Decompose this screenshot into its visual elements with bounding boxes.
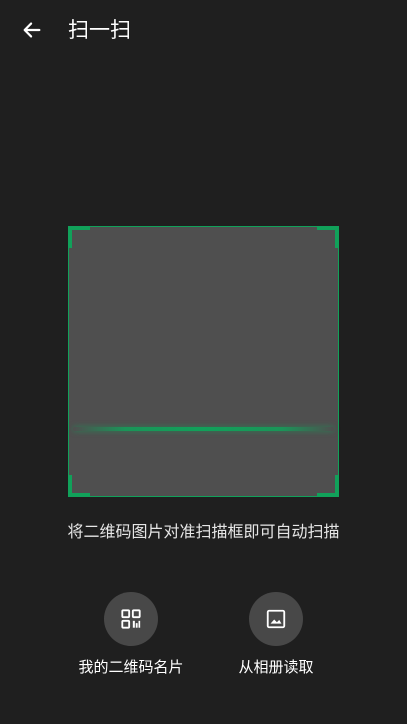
scan-frame-corner-top-left — [68, 226, 90, 248]
image-icon — [266, 609, 286, 629]
scan-frame-corner-top-right — [317, 226, 339, 248]
scan-frame — [68, 226, 339, 497]
page-title: 扫一扫 — [68, 18, 131, 42]
my-qr-card-button[interactable]: 我的二维码名片 — [56, 592, 206, 678]
read-from-album-button[interactable]: 从相册读取 — [201, 592, 351, 678]
back-button[interactable] — [14, 12, 50, 48]
header: 扫一扫 — [0, 0, 407, 60]
my-qr-card-label: 我的二维码名片 — [78, 658, 184, 676]
read-from-album-label: 从相册读取 — [238, 658, 314, 676]
arrow-left-icon — [23, 22, 41, 38]
scan-frame-corner-bottom-left — [68, 475, 90, 497]
scan-hint-text: 将二维码图片对准扫描框即可自动扫描 — [67, 522, 340, 541]
my-qr-card-icon-circle[interactable] — [104, 592, 158, 646]
qr-code-icon — [121, 609, 141, 629]
scan-frame-corner-bottom-right — [317, 475, 339, 497]
scan-line — [73, 427, 334, 431]
scan-screen: 扫一扫 将二维码图片对准扫描框即可自动扫描 我的二维码名片 从相册读取 — [0, 0, 407, 724]
read-from-album-icon-circle[interactable] — [249, 592, 303, 646]
